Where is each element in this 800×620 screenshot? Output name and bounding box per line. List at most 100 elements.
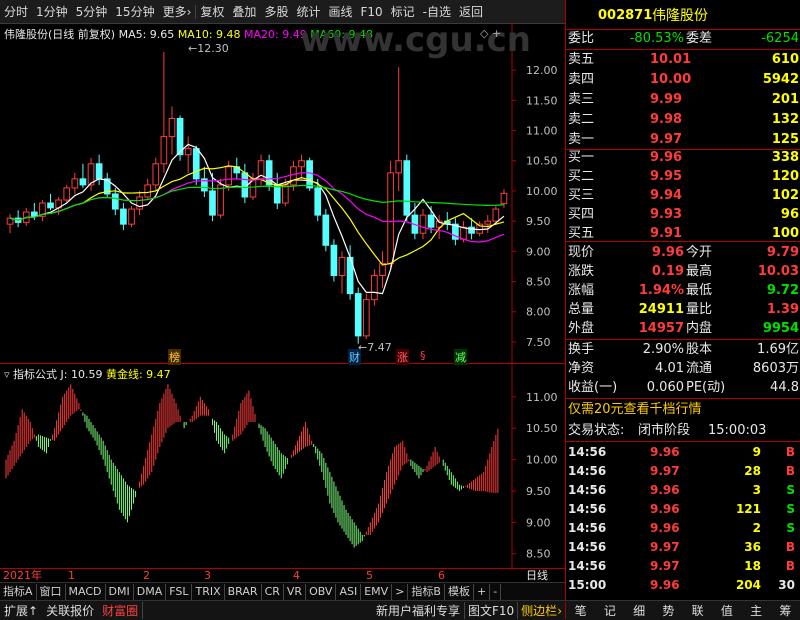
draw-line-button[interactable]: 画线	[324, 3, 356, 20]
fundamental-label: PE(动)	[686, 380, 726, 395]
x-label-may: 5	[366, 569, 373, 582]
fuquan-button[interactable]: 复权	[196, 3, 228, 20]
candle-body	[192, 148, 200, 180]
tick-row[interactable]: 14:56 9.97 36 B	[566, 537, 800, 557]
period-label[interactable]: 日线	[526, 569, 548, 582]
tab-window[interactable]: 窗口	[37, 583, 66, 600]
fundamental-value: 44.8	[770, 380, 799, 395]
more-button[interactable]: 更多›	[159, 3, 196, 20]
bid-label: 买二	[568, 169, 595, 184]
tab-vr[interactable]: VR	[284, 583, 307, 600]
new-user-promo-link[interactable]: 新用户福利专享	[372, 602, 464, 619]
tab-indicator-b[interactable]: 指标B	[408, 583, 445, 600]
tick-row[interactable]: 14:56 9.96 3 S	[566, 480, 800, 500]
graphic-f10-button[interactable]: 图文F10	[463, 602, 517, 619]
stat-row: 涨跌 0.19 最高 10.03	[566, 262, 800, 282]
collapse-icon[interactable]: ▿	[4, 368, 10, 381]
value-icon[interactable]: 值	[721, 602, 733, 619]
indicator-title[interactable]: 指标公式	[13, 368, 57, 381]
add-pane-button[interactable]: +	[474, 583, 491, 600]
tick-row[interactable]: 14:56 9.97 18 B	[566, 556, 800, 576]
tab-asi[interactable]: ASI	[336, 583, 362, 600]
trend-icon[interactable]: 势	[662, 602, 674, 619]
candle-body	[152, 163, 160, 186]
pen-icon[interactable]: 笔	[575, 602, 587, 619]
detail-icon[interactable]: 细	[633, 602, 645, 619]
tab-dma[interactable]: DMA	[134, 583, 167, 600]
stats-button[interactable]: 统计	[292, 3, 324, 20]
link-icon[interactable]: 联	[692, 602, 704, 619]
ask-level-row[interactable]: 卖四 10.00 5942	[566, 70, 800, 90]
tab-5min[interactable]: 5分钟	[72, 3, 112, 20]
stock-name[interactable]: 伟隆股份	[652, 4, 708, 28]
plus-icon[interactable]: +	[492, 27, 501, 40]
mark-button[interactable]: 标记	[387, 3, 419, 20]
candle-body	[371, 274, 378, 301]
tab-next-icon[interactable]: >	[392, 583, 409, 600]
tick-row[interactable]: 14:56 9.97 28 B	[566, 461, 800, 481]
price-tick-label: 9.50	[526, 215, 551, 228]
remove-watchlist-button[interactable]: -自选	[419, 3, 455, 20]
f10-button[interactable]: F10	[356, 5, 386, 19]
chip-icon[interactable]: 筹	[779, 602, 791, 619]
stat-value: 0.19	[651, 264, 684, 279]
candle-body	[427, 214, 435, 228]
main-chart[interactable]: 12.00 11.50 11.00 10.50 10.00 9.50 9.00 8.50 8.0…	[0, 20, 565, 365]
tab-brar[interactable]: BRAR	[225, 583, 262, 600]
event-marker-cai[interactable]: 财	[348, 349, 361, 365]
event-marker-dividend[interactable]: §	[420, 349, 426, 362]
back-button[interactable]: 返回	[455, 3, 487, 20]
tick-row[interactable]: 14:56 9.96 121 S	[566, 499, 800, 519]
overlay-button[interactable]: 叠加	[228, 3, 260, 20]
tab-emv[interactable]: EMV	[361, 583, 393, 600]
tab-indicator-a[interactable]: 指标A	[0, 583, 37, 600]
tick-row[interactable]: 14:56 9.96 2 S	[566, 518, 800, 538]
indicator-chart[interactable]: 11.00 10.50 10.00 9.50 9.00 8.50 ▿ 指标公式 J: 10…	[0, 364, 565, 568]
tab-template[interactable]: 模板	[445, 583, 474, 600]
tab-15min[interactable]: 15分钟	[111, 3, 158, 20]
stat-label: 外盘	[568, 321, 595, 336]
tab-macd[interactable]: MACD	[66, 583, 106, 600]
ask-level-row[interactable]: 卖五 10.01 610	[566, 50, 800, 70]
remove-pane-button[interactable]: -	[490, 583, 502, 600]
bid-level-row[interactable]: 买二 9.95 120	[566, 167, 800, 187]
sidebar-button[interactable]: 侧边栏›	[517, 602, 565, 619]
event-marker-jian[interactable]: 减	[454, 349, 467, 365]
candlestick-chart: 12.00 11.50 11.00 10.50 10.00 9.50 9.00 8.50 8.0…	[6, 24, 558, 364]
note-icon[interactable]: 记	[604, 602, 616, 619]
tab-fsl[interactable]: FSL	[166, 583, 193, 600]
bid-level-row[interactable]: 买三 9.94 102	[566, 186, 800, 206]
promo-row[interactable]: 仅需20元查看千档行情	[566, 399, 800, 421]
expand-button[interactable]: 扩展↑	[0, 602, 42, 619]
related-quote-button[interactable]: 关联报价	[42, 602, 98, 619]
high-value: 12.30	[197, 42, 229, 55]
tab-fenshi[interactable]: 分时	[0, 3, 32, 20]
diamond-icon[interactable]: ◇	[480, 27, 488, 40]
tab-1min[interactable]: 1分钟	[32, 3, 72, 20]
multi-stock-button[interactable]: 多股	[260, 3, 292, 20]
tick-row[interactable]: 14:56 9.96 9 B	[566, 442, 800, 462]
candle-body	[217, 184, 224, 216]
bid-level-row[interactable]: 买四 9.93 96	[566, 205, 800, 225]
tab-obv[interactable]: OBV	[306, 583, 337, 600]
main-force-icon[interactable]: 主	[750, 602, 762, 619]
price-tick-label: 11.50	[526, 94, 558, 107]
tick-time: 14:56	[568, 483, 607, 497]
ask-level-row[interactable]: 卖一 9.97 125	[566, 130, 800, 150]
wealth-circle-button[interactable]: 财富圈	[98, 602, 144, 619]
stat-label: 涨幅	[568, 283, 595, 298]
promo-text[interactable]: 仅需20元查看千档行情	[568, 399, 702, 421]
tab-trix[interactable]: TRIX	[192, 583, 225, 600]
stat-value: 9.79	[766, 245, 799, 260]
event-marker-zhang[interactable]: 涨	[396, 349, 409, 365]
bid-level-row[interactable]: 买一 9.96 338	[566, 148, 800, 168]
weibi-row: 委比 -80.53% 委差 -6254	[566, 29, 800, 49]
event-marker-bang[interactable]: 榜	[168, 349, 181, 365]
bid-volume: 96	[780, 207, 799, 222]
ask-level-row[interactable]: 卖二 9.98 132	[566, 110, 800, 130]
tab-cr[interactable]: CR	[262, 583, 284, 600]
tick-row[interactable]: 15:00 9.96 204 30	[566, 575, 800, 595]
fundamental-label: 收益(一)	[568, 380, 618, 395]
tab-dmi[interactable]: DMI	[106, 583, 134, 600]
ask-level-row[interactable]: 卖三 9.99 201	[566, 90, 800, 110]
